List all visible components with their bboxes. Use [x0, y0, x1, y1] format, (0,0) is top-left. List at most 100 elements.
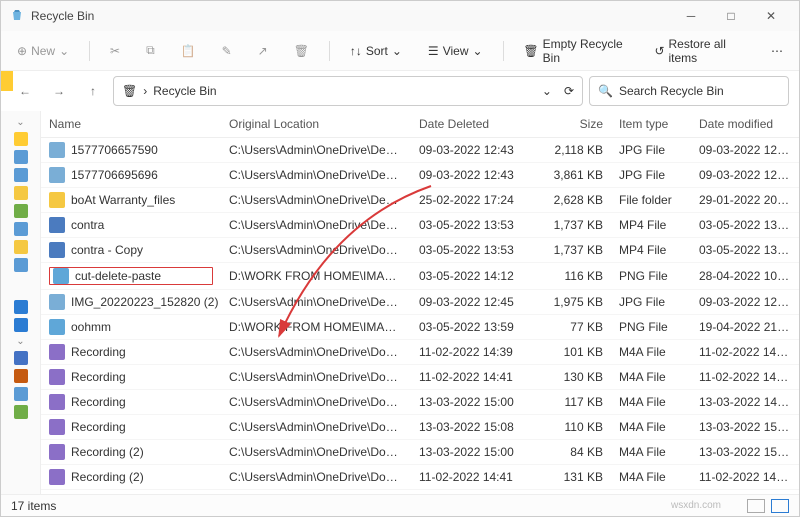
table-row[interactable]: Recording (2)C:\Users\Admin\OneDrive\Doc…	[41, 465, 799, 490]
table-row[interactable]: Recording (2)C:\Users\Admin\OneDrive\Doc…	[41, 440, 799, 465]
file-icon	[49, 142, 65, 158]
file-icon	[53, 268, 69, 284]
date-modified: 11-02-2022 14:41	[691, 365, 799, 390]
details-view-button[interactable]	[747, 499, 765, 513]
sidebar-item[interactable]	[14, 258, 28, 272]
trash-icon: 🗑	[523, 44, 538, 58]
col-date-modified[interactable]: Date modified	[691, 111, 799, 138]
paste-button[interactable]: 📋	[175, 40, 202, 62]
restore-label: Restore all items	[669, 37, 746, 65]
plus-icon: ⊕	[17, 44, 27, 58]
chevron-down-icon[interactable]: ⌄	[542, 84, 552, 98]
more-button[interactable]: ⋯	[765, 40, 789, 62]
rename-button[interactable]: ✎	[216, 40, 238, 62]
maximize-button[interactable]: □	[711, 1, 751, 31]
col-original-location[interactable]: Original Location	[221, 111, 411, 138]
date-modified: 13-03-2022 14:59	[691, 390, 799, 415]
original-location: C:\Users\Admin\OneDrive\Documents\S...	[221, 415, 411, 440]
sidebar-item-onedrive[interactable]	[14, 318, 28, 332]
sidebar-item[interactable]	[14, 240, 28, 254]
back-button[interactable]: ←	[11, 77, 39, 105]
breadcrumb[interactable]: Recycle Bin	[153, 84, 216, 98]
share-button[interactable]: ↗	[252, 40, 274, 62]
file-name: 1577706695696	[71, 168, 158, 182]
recycle-bin-icon	[9, 7, 25, 26]
search-box[interactable]: 🔍 Search Recycle Bin	[589, 76, 789, 106]
file-icon	[49, 242, 65, 258]
sidebar-item[interactable]	[14, 204, 28, 218]
file-size: 77 KB	[531, 315, 611, 340]
chevron-down-icon: ⌄	[472, 44, 482, 58]
table-row[interactable]: contra - CopyC:\Users\Admin\OneDrive\Doc…	[41, 238, 799, 263]
date-modified: 11-02-2022 14:41	[691, 465, 799, 490]
col-item-type[interactable]: Item type	[611, 111, 691, 138]
sort-button[interactable]: ↑↓ Sort ⌄	[344, 40, 408, 62]
navigation-pane[interactable]: ⌄ ⌄	[1, 111, 41, 495]
close-button[interactable]: ✕	[751, 1, 791, 31]
date-deleted: 11-02-2022 14:41	[411, 465, 531, 490]
file-name: Recording	[71, 370, 126, 384]
table-row[interactable]: IMG_20220223_152820 (2)C:\Users\Admin\On…	[41, 290, 799, 315]
file-icon	[49, 469, 65, 485]
view-label: View	[443, 44, 469, 58]
file-name: contra	[71, 218, 104, 232]
sidebar-item-this-pc[interactable]	[14, 351, 28, 365]
table-row[interactable]: 1577706695696C:\Users\Admin\OneDrive\Des…	[41, 163, 799, 188]
file-size: 2,628 KB	[531, 188, 611, 213]
table-row[interactable]: boAt Warranty_filesC:\Users\Admin\OneDri…	[41, 188, 799, 213]
col-size[interactable]: Size	[531, 111, 611, 138]
sidebar-item[interactable]	[14, 369, 28, 383]
watermark: wsxdn.com	[671, 500, 721, 511]
sidebar-item[interactable]	[14, 387, 28, 401]
sidebar-item[interactable]	[14, 168, 28, 182]
table-row[interactable]: RecordingC:\Users\Admin\OneDrive\Documen…	[41, 365, 799, 390]
copy-icon: ⧉	[146, 43, 155, 58]
minimize-button[interactable]: ─	[671, 1, 711, 31]
status-bar: 17 items wsxdn.com	[1, 494, 799, 516]
delete-button[interactable]: 🗑	[288, 40, 315, 62]
table-row[interactable]: 1577706657590C:\Users\Admin\OneDrive\Des…	[41, 138, 799, 163]
forward-button[interactable]: →	[45, 77, 73, 105]
item-count: 17 items	[11, 499, 56, 513]
original-location: C:\Users\Admin\OneDrive\Desktop	[221, 188, 411, 213]
table-row[interactable]: cut-delete-pasteD:\WORK FROM HOME\IMAGES…	[41, 263, 799, 290]
table-row[interactable]: RecordingC:\Users\Admin\OneDrive\Documen…	[41, 415, 799, 440]
table-row[interactable]: RecordingC:\Users\Admin\OneDrive\Documen…	[41, 340, 799, 365]
date-modified: 09-03-2022 12:38	[691, 163, 799, 188]
file-name: IMG_20220223_152820 (2)	[71, 295, 218, 309]
table-row[interactable]: RecordingC:\Users\Admin\OneDrive\Documen…	[41, 390, 799, 415]
chevron-down-icon[interactable]: ⌄	[16, 117, 24, 128]
date-modified: 19-04-2022 21:09	[691, 315, 799, 340]
chevron-down-icon[interactable]: ⌄	[16, 336, 24, 347]
col-date-deleted[interactable]: Date Deleted	[411, 111, 531, 138]
view-button[interactable]: ☰ View ⌄	[422, 40, 489, 62]
file-icon	[49, 319, 65, 335]
item-type: JPG File	[611, 138, 691, 163]
table-row[interactable]: contraC:\Users\Admin\OneDrive\Desktop03-…	[41, 213, 799, 238]
cut-button[interactable]: ✂	[104, 40, 126, 62]
refresh-icon[interactable]: ⟳	[564, 84, 574, 98]
file-icon	[49, 444, 65, 460]
up-button[interactable]: ↑	[79, 77, 107, 105]
sidebar-item[interactable]	[14, 150, 28, 164]
new-button[interactable]: ⊕ New ⌄	[11, 40, 75, 62]
sidebar-item[interactable]	[14, 405, 28, 419]
sidebar-item[interactable]	[14, 222, 28, 236]
address-bar[interactable]: 🗑 › Recycle Bin ⌄ ⟳	[113, 76, 583, 106]
sidebar-item[interactable]	[14, 132, 28, 146]
date-modified: 11-02-2022 14:39	[691, 340, 799, 365]
thumbnails-view-button[interactable]	[771, 499, 789, 513]
col-name[interactable]: Name	[41, 111, 221, 138]
column-headers[interactable]: Name Original Location Date Deleted Size…	[41, 111, 799, 138]
empty-recycle-bin-button[interactable]: 🗑 Empty Recycle Bin	[517, 33, 634, 69]
date-modified: 28-04-2022 10:44	[691, 263, 799, 290]
restore-all-button[interactable]: ↺ Restore all items	[648, 33, 751, 69]
sidebar-item[interactable]	[14, 186, 28, 200]
table-row[interactable]: oohmmD:\WORK FROM HOME\IMAGES\O&O D...03…	[41, 315, 799, 340]
copy-button[interactable]: ⧉	[140, 39, 161, 62]
sidebar-item-onedrive[interactable]	[14, 300, 28, 314]
sort-icon: ↑↓	[350, 44, 362, 58]
file-list[interactable]: Name Original Location Date Deleted Size…	[41, 111, 799, 495]
file-icon	[49, 217, 65, 233]
empty-label: Empty Recycle Bin	[543, 37, 629, 65]
